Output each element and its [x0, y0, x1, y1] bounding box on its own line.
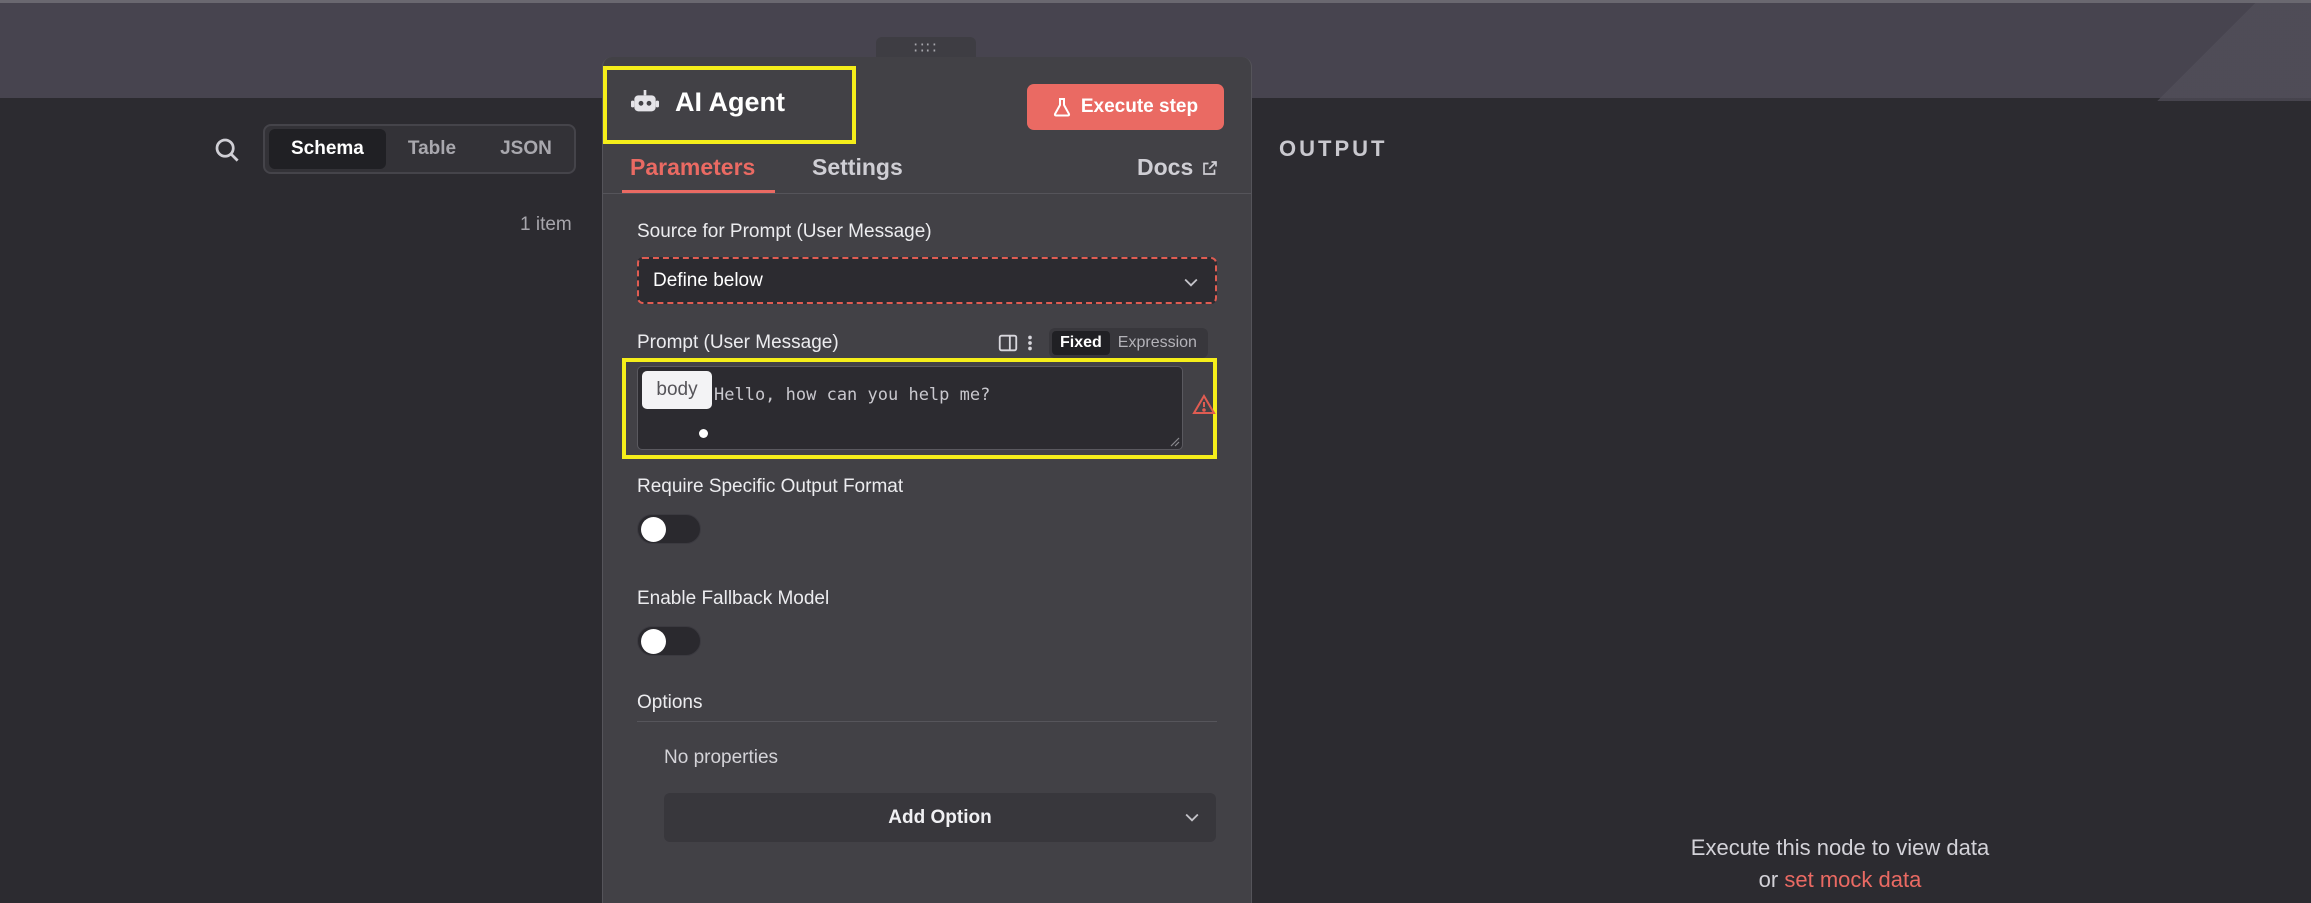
- mode-expression[interactable]: Expression: [1110, 331, 1205, 355]
- execute-step-label: Execute step: [1080, 96, 1199, 117]
- docs-label: Docs: [1137, 154, 1194, 180]
- tab-schema[interactable]: Schema: [269, 129, 386, 169]
- options-divider: [637, 721, 1217, 722]
- more-options-icon[interactable]: [1025, 332, 1035, 354]
- flask-icon: [1053, 98, 1070, 117]
- fixed-expression-toggle: Fixed Expression: [1049, 328, 1208, 358]
- external-link-icon: [1203, 160, 1218, 175]
- item-count: 1 item: [520, 214, 572, 235]
- output-pane-title: OUTPUT: [1279, 136, 1388, 161]
- warning-icon: [1192, 394, 1216, 414]
- title-highlight-box: [603, 66, 856, 144]
- fallback-model-label: Enable Fallback Model: [637, 588, 830, 609]
- output-format-toggle[interactable]: [637, 514, 701, 544]
- input-pane: [0, 98, 602, 903]
- docs-link[interactable]: Docs: [1137, 154, 1219, 181]
- no-properties-text: No properties: [664, 747, 779, 768]
- output-format-label: Require Specific Output Format: [637, 476, 904, 497]
- output-hint-line-2: or set mock data: [1600, 864, 2080, 896]
- prompt-highlight-box: [622, 358, 1217, 459]
- tab-json[interactable]: JSON: [478, 129, 574, 169]
- source-prompt-value: Define below: [653, 269, 763, 291]
- output-hint-or: or: [1758, 867, 1779, 892]
- prompt-label: Prompt (User Message): [637, 332, 839, 353]
- execute-step-button[interactable]: Execute step: [1027, 84, 1224, 130]
- output-hint-line: Execute this node to view data: [1690, 835, 1990, 860]
- search-icon[interactable]: [212, 135, 242, 165]
- source-prompt-label: Source for Prompt (User Message): [637, 221, 932, 242]
- canvas-decoration: [2101, 3, 2311, 101]
- options-label: Options: [637, 692, 703, 713]
- add-option-button[interactable]: Add Option: [664, 793, 1216, 842]
- prompt-tools: Fixed Expression: [997, 328, 1208, 358]
- panel-tabs: Parameters Settings Docs: [602, 146, 1252, 194]
- view-mode-tabs: Schema Table JSON: [263, 124, 576, 174]
- source-prompt-select[interactable]: Define below: [637, 257, 1217, 304]
- toggle-knob: [641, 629, 666, 654]
- mode-fixed[interactable]: Fixed: [1052, 331, 1110, 355]
- toggle-knob: [641, 517, 666, 542]
- tab-parameters[interactable]: Parameters: [621, 154, 776, 193]
- tab-table[interactable]: Table: [386, 129, 478, 169]
- output-empty-hint: Execute this node to view data or set mo…: [1600, 832, 2080, 896]
- set-mock-data-link[interactable]: set mock data: [1784, 867, 1921, 892]
- fallback-model-toggle[interactable]: [637, 626, 701, 656]
- chevron-down-icon: [1185, 813, 1199, 822]
- chevron-down-icon: [1184, 278, 1198, 287]
- panel-toggle-icon[interactable]: [997, 332, 1019, 354]
- add-option-label: Add Option: [888, 806, 992, 828]
- tab-settings[interactable]: Settings: [812, 154, 903, 181]
